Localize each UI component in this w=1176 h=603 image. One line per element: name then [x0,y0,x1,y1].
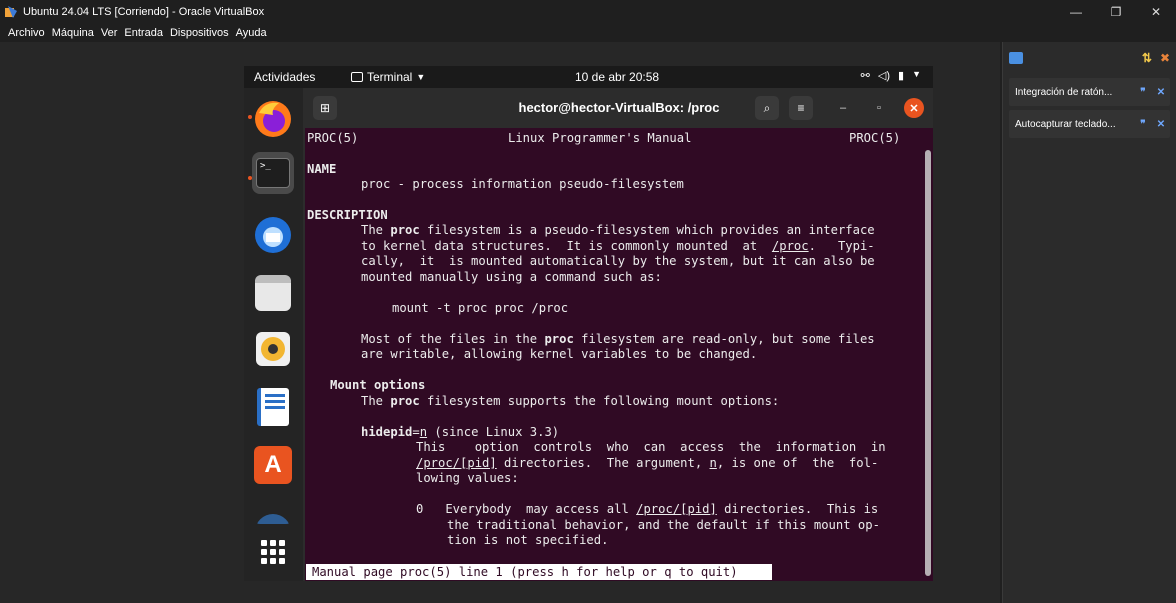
dismiss-icon[interactable]: ✕ [1152,119,1170,130]
menu-ayuda[interactable]: Ayuda [236,27,267,39]
terminal-headerbar: ⊞ hector@hector-VirtualBox: /proc ⌕ ≡ – … [305,88,933,128]
terminal-icon [351,72,363,82]
man-header-right: PROC(5) [849,131,901,145]
man-status-line: Manual page proc(5) line 1 (press h for … [306,564,772,580]
firefox-icon[interactable] [252,98,294,140]
files-icon[interactable] [252,272,294,314]
app-menu-terminal[interactable]: Terminal ▼ [351,70,425,84]
virtualbox-menubar: Archivo Máquina Ver Entrada Dispositivos… [0,24,1176,42]
text-line: the traditional behavior, and the defaul… [447,518,880,532]
app-center-icon[interactable]: A [252,444,294,486]
search-button[interactable]: ⌕ [755,96,779,120]
maximize-button[interactable]: ▫ [869,98,889,118]
mount-command: mount -t proc proc /proc [392,301,569,315]
menu-button[interactable]: ≡ [789,96,813,120]
window-title: Ubuntu 24.04 LTS [Corriendo] - Oracle Vi… [23,6,265,18]
menu-dispositivos[interactable]: Dispositivos [170,27,229,39]
text-line: Most of the files in the proc filesystem… [361,332,875,346]
libreoffice-writer-icon[interactable] [252,386,294,428]
text-line: The proc filesystem supports the followi… [361,394,780,408]
text-line: to kernel data structures. It is commonl… [361,239,875,253]
text-line: 0 Everybody may access all /proc/[pid] d… [416,502,879,516]
network-icon: ⚯ [860,70,870,82]
text-line: cally, it is mounted automatically by th… [361,254,875,268]
pin-icon[interactable]: ❞ [1134,87,1152,98]
close-button[interactable]: ✕ [904,98,924,118]
man-page-content[interactable]: PROC(5) Linux Programmer's Manual PROC(5… [306,128,926,579]
menu-maquina[interactable]: Máquina [52,27,94,39]
gnome-top-bar: Actividades Terminal ▼ 10 de abr 20:58 ⚯… [244,66,933,88]
restore-button[interactable]: ❐ [1096,0,1136,24]
name-description: proc - process information pseudo-filesy… [361,177,684,191]
search-icon: ⌕ [763,100,771,115]
sort-icon[interactable]: ⇅ [1142,51,1152,65]
minimize-button[interactable]: — [1056,0,1096,24]
clock[interactable]: 10 de abr 20:58 [575,70,659,84]
virtualbox-logo-icon [5,6,17,18]
notification-keyboard-capture[interactable]: Autocapturar teclado... ❞ ✕ [1009,110,1170,138]
hamburger-icon: ≡ [797,101,805,115]
ubuntu-dock: >_ A [244,88,303,581]
scrollbar[interactable] [925,150,931,576]
close-button[interactable]: ✕ [1136,0,1176,24]
menu-ver[interactable]: Ver [101,27,118,39]
pin-icon[interactable]: ❞ [1134,119,1152,130]
ubuntu-desktop: Actividades Terminal ▼ 10 de abr 20:58 ⚯… [244,66,933,581]
notification-panel: ⇅ ✖ Integración de ratón... ❞ ✕ Autocapt… [1002,42,1176,603]
rhythmbox-icon[interactable] [252,328,294,370]
text-line: /proc/[pid] directories. The argument, n… [416,456,879,470]
thunderbird-icon[interactable] [252,214,294,256]
text-line: tion is not specified. [447,533,609,547]
show-apps-grid-icon[interactable] [252,531,294,573]
text-line: lowing values: [416,471,519,485]
virtualbox-titlebar: Ubuntu 24.04 LTS [Corriendo] - Oracle Vi… [0,0,1176,24]
volume-icon: ◁) [877,70,891,82]
mount-options-heading: Mount options [330,378,426,392]
menu-entrada[interactable]: Entrada [124,27,163,39]
system-tray[interactable]: ⚯ ◁) ▮ ▼ [861,69,921,82]
terminal-app-icon[interactable]: >_ [252,152,294,194]
text-line: mounted manually using a command such as… [361,270,662,284]
activities-button[interactable]: Actividades [254,70,315,84]
text-line: This option controls who can access the … [416,440,886,454]
help-icon[interactable] [252,502,294,524]
man-header-left: PROC(5) [307,131,359,145]
chevron-down-icon: ▼ [912,69,921,79]
clear-all-icon[interactable]: ✖ [1160,51,1170,65]
text-line: are writable, allowing kernel variables … [361,347,758,361]
description-heading: DESCRIPTION [307,208,388,222]
notification-icon[interactable] [1009,52,1023,64]
text-line: The proc filesystem is a pseudo-filesyst… [361,223,875,237]
terminal-window[interactable]: ⊞ hector@hector-VirtualBox: /proc ⌕ ≡ – … [305,88,933,581]
dismiss-icon[interactable]: ✕ [1152,87,1170,98]
minimize-button[interactable]: – [833,98,853,118]
name-heading: NAME [307,162,337,176]
battery-icon: ▮ [898,70,905,82]
hidepid-option: hidepid=n (since Linux 3.3) [361,425,560,439]
notification-panel-header: ⇅ ✖ [1003,42,1176,74]
chevron-down-icon: ▼ [416,72,426,82]
menu-archivo[interactable]: Archivo [8,27,45,39]
notification-mouse-integration[interactable]: Integración de ratón... ❞ ✕ [1009,78,1170,106]
man-header-center: Linux Programmer's Manual [508,131,692,145]
